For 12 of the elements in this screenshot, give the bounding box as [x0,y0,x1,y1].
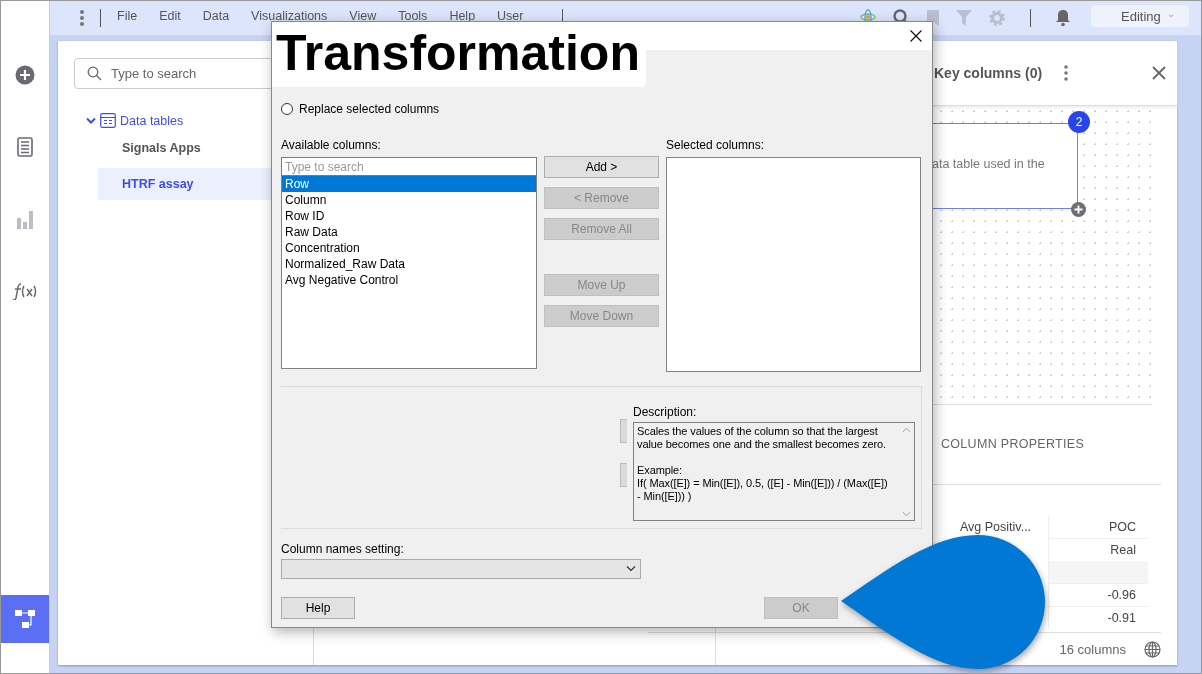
field-label: Column names setting: [281,542,405,556]
field-label: Selected columns: [666,138,766,152]
table-cell: -0.96 [1048,583,1148,606]
node-text: ata table used in the [932,157,1045,171]
description-text: Scales the values of the column so that the largest value becomes one and the smallest becomes zero. Example: If( Max([E]) = Min([E]), 0.5, ([E] - Min([E])) / (Max([E]) - Min([E])) ) [637,425,889,503]
radio-label: Replace selected columns [299,102,440,116]
panel-title: Key columns (0) [934,65,1044,81]
column-count: 16 columns [1059,641,1126,657]
field-label: Available columns: [281,138,382,152]
count-badge: 2 [1068,111,1090,133]
field-label: Description: [633,405,698,419]
table-cell: -0.91 [1048,606,1148,629]
